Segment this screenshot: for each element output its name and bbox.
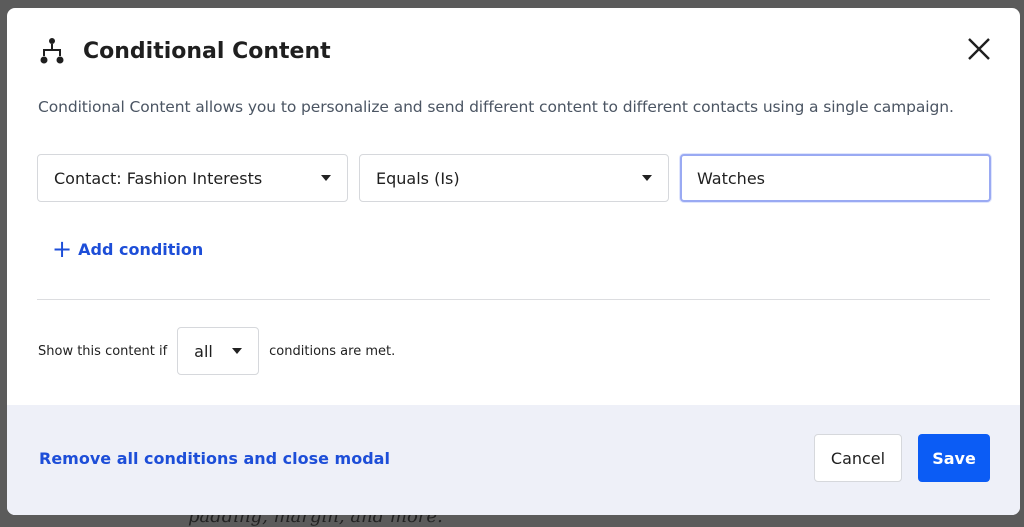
modal-title: Conditional Content (83, 38, 331, 64)
modal-description: Conditional Content allows you to person… (38, 98, 954, 116)
close-icon[interactable] (966, 36, 992, 62)
match-select-value: all (194, 341, 213, 361)
match-select[interactable]: all (177, 327, 260, 375)
conditional-content-modal: Conditional Content Conditional Content … (7, 8, 1020, 515)
match-prefix: Show this content if (38, 343, 168, 359)
operator-select[interactable]: Equals (Is) (359, 154, 669, 202)
match-row: Show this content if all conditions are … (38, 327, 395, 375)
save-button[interactable]: Save (918, 434, 990, 482)
branch-icon (40, 38, 64, 64)
operator-select-value: Equals (Is) (376, 168, 460, 188)
field-select[interactable]: Contact: Fashion Interests (37, 154, 348, 202)
add-condition-button[interactable]: + Add condition (52, 235, 204, 263)
match-suffix: conditions are met. (269, 343, 396, 359)
field-select-value: Contact: Fashion Interests (54, 168, 263, 188)
remove-conditions-link[interactable]: Remove all conditions and close modal (39, 449, 390, 468)
cancel-button[interactable]: Cancel (814, 434, 902, 482)
plus-icon: + (52, 235, 73, 263)
condition-row: Contact: Fashion Interests Equals (Is) (37, 154, 991, 202)
caret-down-icon (321, 175, 331, 181)
caret-down-icon (642, 175, 652, 181)
divider (37, 299, 990, 300)
caret-down-icon (232, 348, 243, 354)
add-condition-label: Add condition (78, 239, 204, 259)
condition-value-input[interactable] (680, 154, 991, 202)
modal-footer: Remove all conditions and close modal Ca… (7, 405, 1020, 515)
modal-header: Conditional Content (37, 36, 331, 66)
